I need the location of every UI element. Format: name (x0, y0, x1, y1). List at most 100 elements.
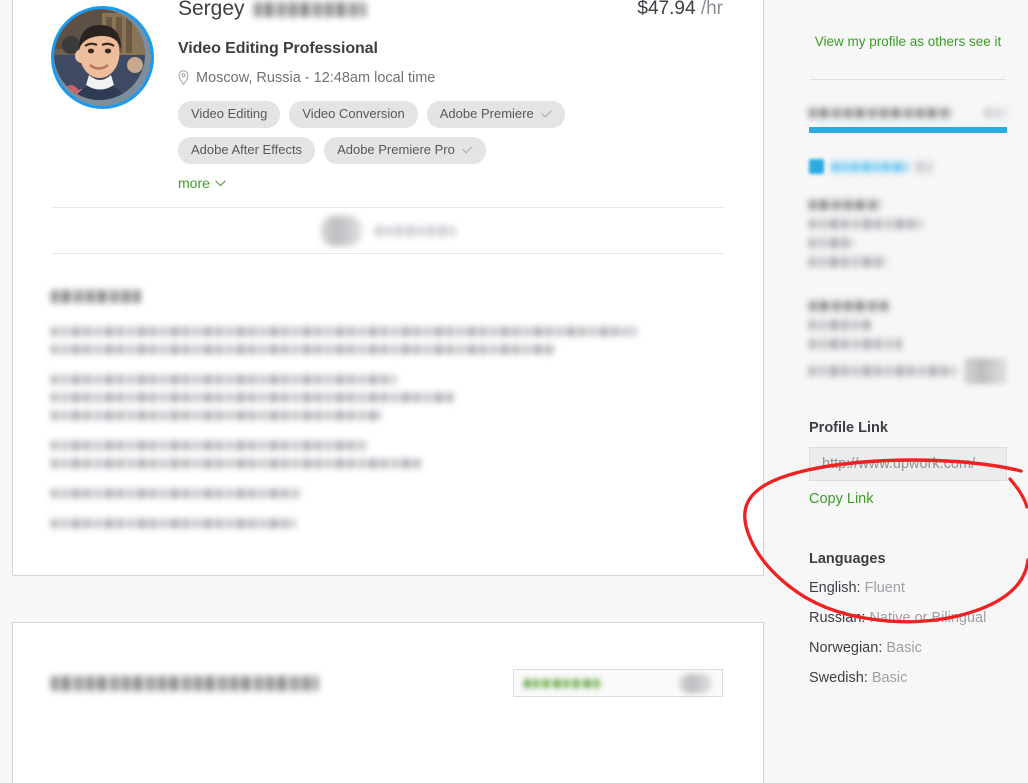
availability-line-redacted (809, 320, 870, 330)
profile-header-body: Sergey $47.94 /hr Video Editing Professi… (154, 0, 723, 193)
skill-label: Adobe After Effects (191, 142, 303, 157)
overview-line-redacted (51, 489, 301, 498)
overview-line-redacted (51, 327, 636, 336)
profile-link-input[interactable]: http://www.upwork.com/ (809, 447, 1007, 481)
info-line-redacted (809, 200, 881, 210)
overview-line-redacted (51, 375, 396, 384)
overview-paragraph (51, 327, 725, 354)
skill-label: Adobe Premiere Pro (337, 142, 455, 157)
completeness-progress-fill (809, 127, 1007, 133)
overview-line-redacted (51, 393, 454, 402)
copy-link-button[interactable]: Copy Link (809, 491, 1007, 507)
language-level: Native or Bilingual (869, 610, 987, 626)
profile-location-text: Moscow, Russia - 12:48am local time (196, 70, 436, 86)
sidebar-info-block (809, 200, 1007, 267)
verified-check-icon (540, 110, 552, 118)
chevron-down-icon (215, 179, 226, 186)
skill-chip[interactable]: Adobe After Effects (178, 137, 316, 164)
languages-section: Languages English: Fluent Russian: Nativ… (809, 551, 1007, 688)
work-history-title-redacted (51, 675, 318, 691)
availability-line-redacted (809, 301, 888, 311)
info-line-redacted (809, 257, 887, 267)
edit-icon (964, 358, 1007, 384)
right-sidebar: View my profile as others see it Profile… (788, 0, 1028, 783)
language-name: English: (809, 580, 861, 596)
language-name: Norwegian: (809, 640, 883, 656)
overview-paragraph (51, 489, 725, 498)
avatar[interactable] (51, 6, 154, 109)
completeness-progress-bar (809, 127, 1007, 133)
overview-paragraph (51, 519, 725, 528)
profile-completeness-block (809, 108, 1007, 133)
skill-chip[interactable]: Adobe Premiere Pro (324, 137, 486, 164)
profile-link-section: Profile Link http://www.upwork.com/ Copy… (809, 420, 1007, 507)
language-row: Swedish: Basic (809, 668, 1007, 688)
language-row: English: Fluent (809, 578, 1007, 598)
profile-location: Moscow, Russia - 12:48am local time (178, 70, 723, 86)
skill-chip[interactable]: Adobe Premiere (426, 101, 565, 128)
name-row: Sergey $47.94 /hr (178, 0, 723, 22)
availability-line-redacted (809, 366, 956, 376)
profile-name: Sergey (178, 0, 366, 22)
more-skills-button[interactable]: more (178, 175, 226, 191)
work-history-header (13, 623, 763, 697)
skill-chip[interactable]: Video Editing (178, 101, 281, 128)
profile-link-heading: Profile Link (809, 420, 888, 436)
work-history-sort-select[interactable] (513, 669, 723, 697)
language-name: Swedish: (809, 670, 868, 686)
play-video-icon (321, 215, 362, 246)
overview-line-redacted (51, 459, 421, 468)
verified-check-icon (462, 146, 473, 154)
profile-card: Sergey $47.94 /hr Video Editing Professi… (12, 0, 764, 576)
skills-list: Video Editing Video Conversion Adobe Pre… (178, 101, 723, 193)
language-level: Fluent (864, 580, 905, 596)
user-avatar-photo (54, 9, 145, 100)
overview-line-redacted (51, 441, 367, 450)
overview-heading-redacted (51, 290, 140, 303)
info-line-redacted (809, 238, 854, 248)
map-pin-icon (178, 70, 189, 85)
view-video-label-redacted (375, 225, 455, 236)
profile-first-name: Sergey (178, 0, 245, 20)
profile-header: Sergey $47.94 /hr Video Editing Professi… (13, 0, 763, 193)
caret-down-icon (679, 673, 712, 693)
completeness-label-redacted (809, 108, 952, 118)
profile-title: Video Editing Professional (178, 40, 378, 57)
view-profile-as-others-link[interactable]: View my profile as others see it (809, 34, 1007, 49)
skill-label: Video Editing (191, 106, 268, 121)
overview-line-redacted (51, 411, 382, 420)
skill-row: Video Editing Video Conversion Adobe Pre… (178, 101, 723, 128)
overview-line-redacted (51, 519, 296, 528)
more-skills-label: more (178, 175, 210, 191)
language-row: Russian: Native or Bilingual (809, 608, 1007, 628)
profile-page: Sergey $47.94 /hr Video Editing Professi… (0, 0, 1028, 783)
language-row: Norwegian: Basic (809, 638, 1007, 658)
main-column: Sergey $47.94 /hr Video Editing Professi… (12, 0, 764, 783)
completeness-percent-redacted (985, 108, 1007, 118)
sidebar-availability-block (809, 301, 1007, 384)
badge-label-redacted (832, 161, 908, 172)
info-line-redacted (809, 219, 922, 229)
skill-label: Adobe Premiere (439, 106, 534, 121)
hourly-rate-amount: $47.94 (637, 0, 696, 19)
skill-chip[interactable]: Video Conversion (289, 101, 418, 128)
view-video-row[interactable] (51, 207, 725, 254)
rising-talent-badge-icon (809, 159, 824, 174)
languages-heading: Languages (809, 551, 886, 567)
badge-row[interactable] (809, 159, 1007, 174)
sort-value-redacted (524, 678, 602, 688)
overview-paragraph (51, 441, 725, 468)
availability-edit-row[interactable] (809, 358, 1007, 384)
language-level: Basic (886, 640, 922, 656)
overview-section (13, 254, 763, 528)
overview-line-redacted (51, 345, 555, 354)
availability-line-redacted (809, 339, 901, 349)
work-history-card (12, 622, 764, 783)
language-level: Basic (871, 670, 908, 686)
sidebar-divider (810, 79, 1006, 80)
badge-info-icon-redacted (916, 160, 932, 173)
completeness-label-row (809, 108, 1007, 118)
profile-last-name-redacted (253, 1, 366, 17)
overview-paragraph (51, 375, 725, 420)
hourly-rate: $47.94 /hr (637, 0, 723, 20)
